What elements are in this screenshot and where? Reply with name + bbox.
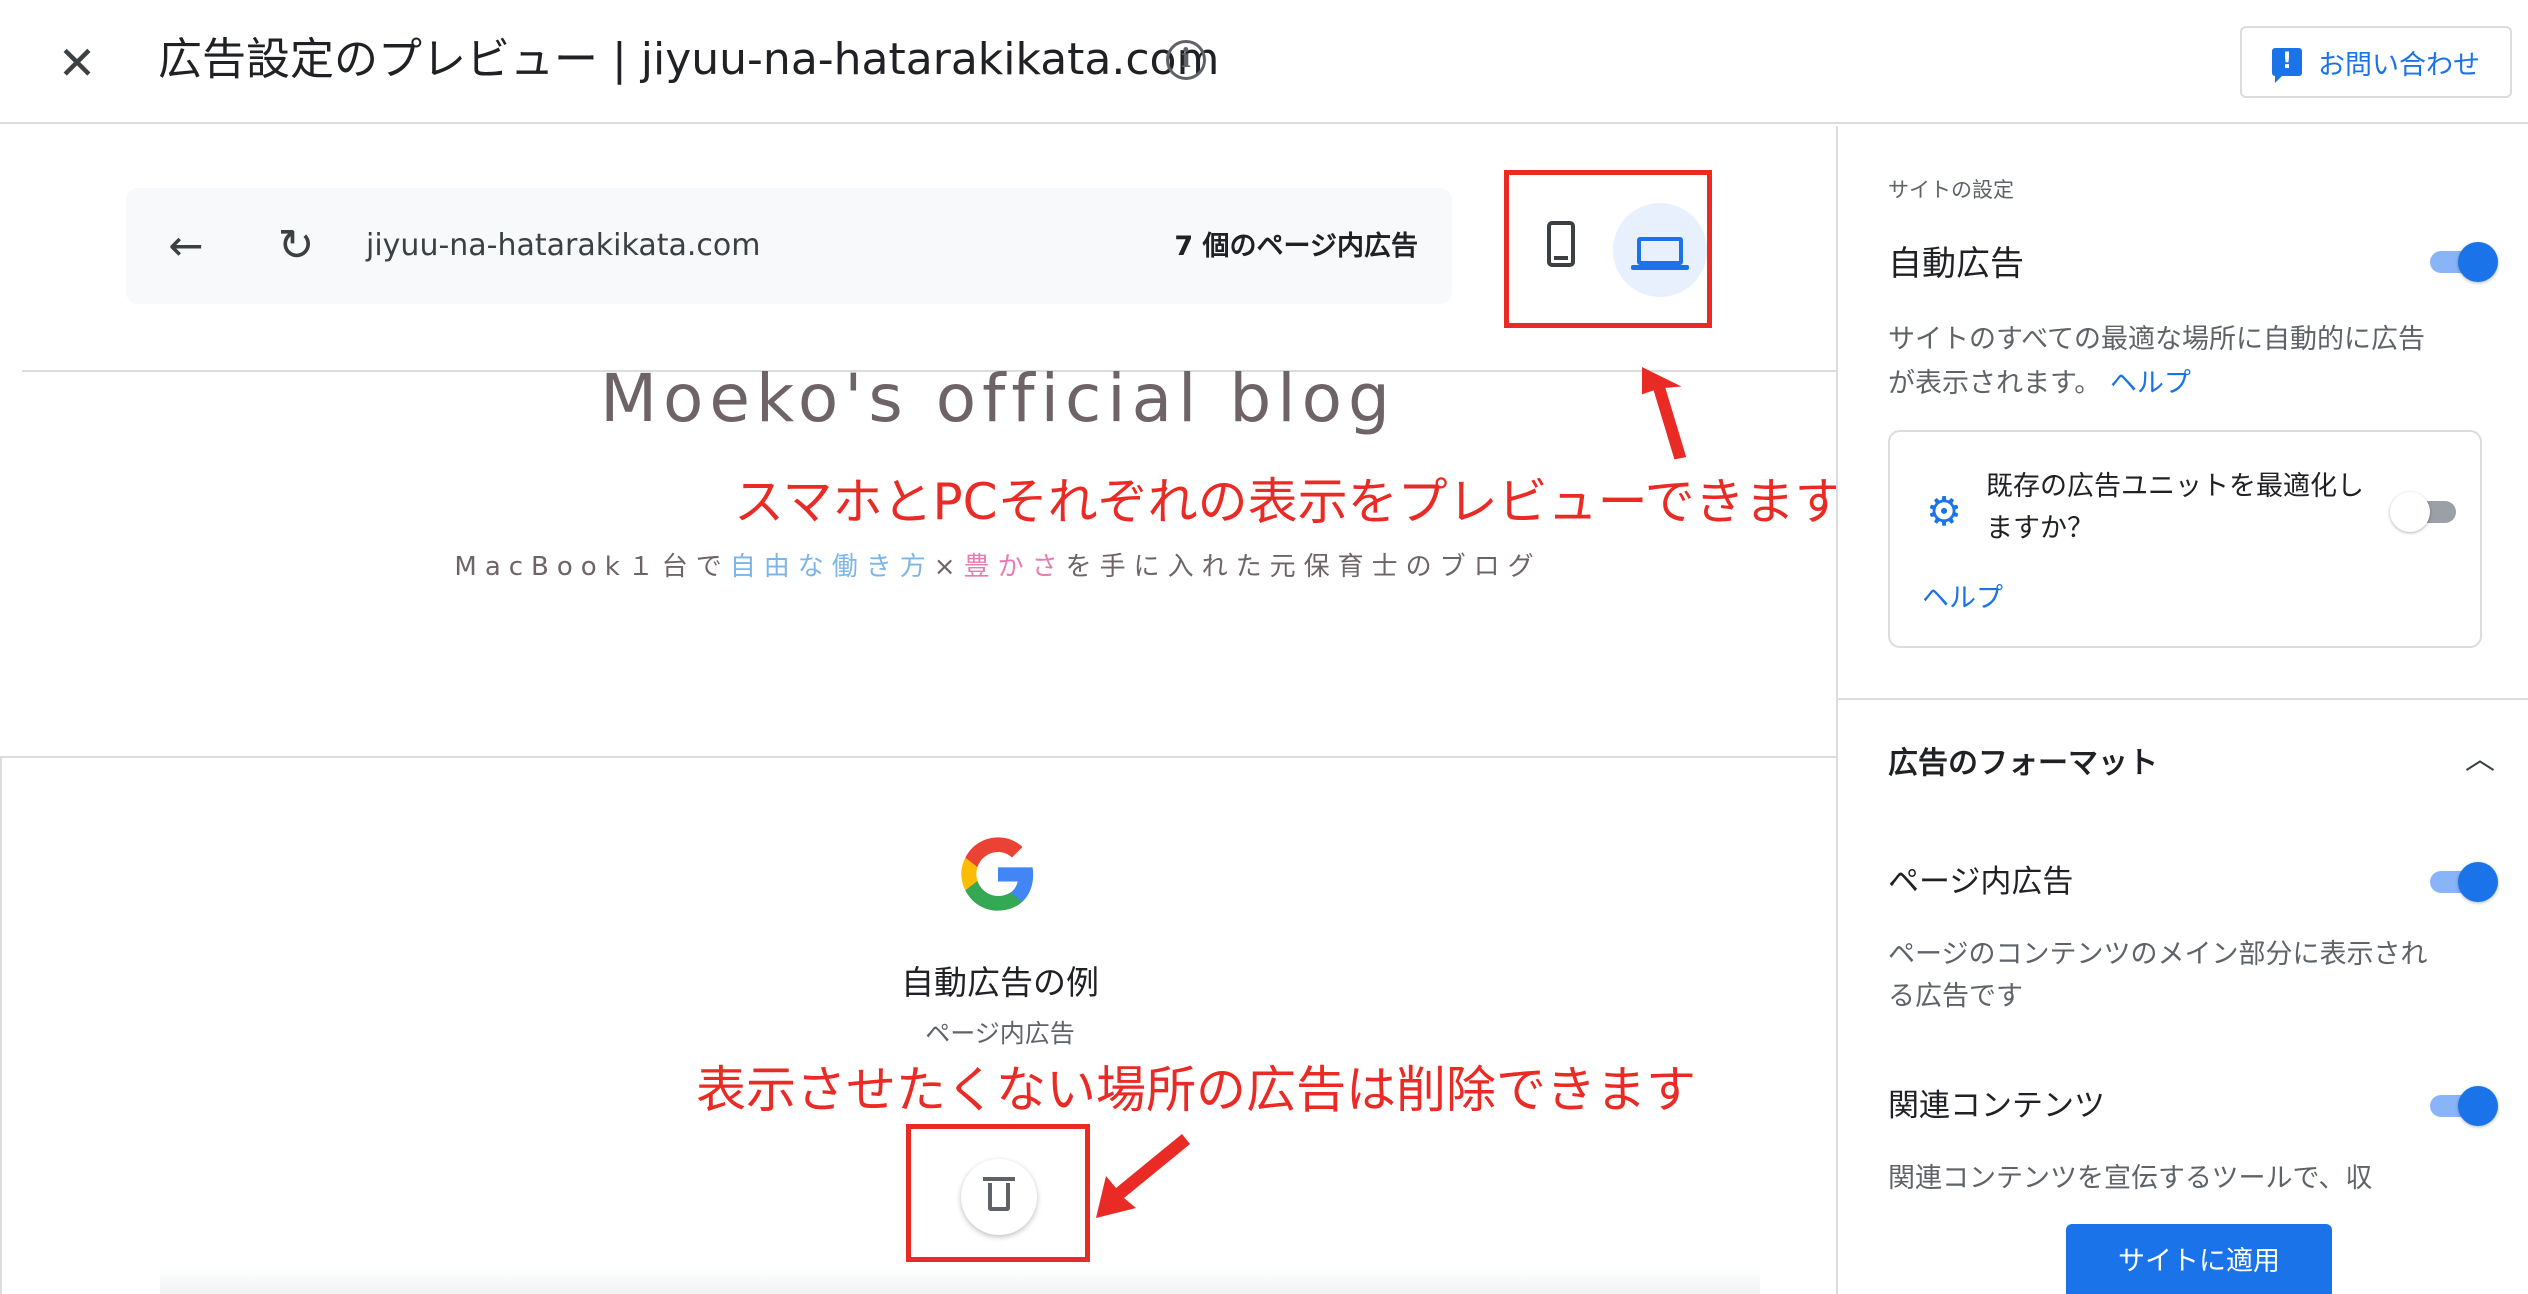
annotation-delete-ads: 表示させたくない場所の広告は削除できます: [696, 1061, 1696, 1119]
desktop-preview-button[interactable]: [1613, 203, 1707, 297]
subtitle-part: MacBook１台で: [454, 552, 730, 582]
inpage-ads-label: ページ内広告: [1888, 864, 2074, 900]
inpage-ads-toggle[interactable]: [2426, 856, 2498, 906]
contact-label: お問い合わせ: [2318, 49, 2480, 81]
help-link[interactable]: ヘルプ: [2110, 368, 2191, 399]
subtitle-x: ×: [933, 552, 964, 582]
related-content-toggle[interactable]: [2426, 1080, 2498, 1130]
toggle-knob: [2458, 1086, 2498, 1126]
mobile-preview-button[interactable]: [1523, 205, 1603, 295]
reload-button[interactable]: ↻: [266, 216, 326, 276]
top-bar: ✕ 広告設定のプレビュー | jiyuu-na-hatarakikata.com…: [0, 0, 2528, 124]
contact-button[interactable]: ! お問い合わせ: [2240, 26, 2512, 98]
subtitle-highlight-blue: 自由な働き方: [729, 552, 934, 582]
info-icon[interactable]: i: [1166, 40, 1206, 80]
ad-count: 7 個のページ内広告: [1174, 231, 1418, 262]
annotation-arrow-down-left: [1096, 1134, 1190, 1218]
bottom-shadow: [160, 1266, 1760, 1294]
section-label: サイトの設定: [1888, 178, 2014, 202]
site-preview: ← ↻ jiyuu-na-hatarakikata.com 7 個のページ内広告…: [0, 126, 1836, 1294]
optimize-help-link[interactable]: ヘルプ: [1922, 576, 2003, 615]
toggle-knob: [2390, 492, 2430, 532]
gear-sparkle-icon: ⚙: [1926, 489, 1962, 535]
blog-subtitle: MacBook１台で自由な働き方×豊かさを手に入れた元保育士のブログ: [0, 546, 1836, 583]
google-logo-icon: [961, 837, 1034, 911]
annotation-device-preview: スマホとPCそれぞれの表示をプレビューできます: [734, 473, 1836, 531]
apply-to-site-button[interactable]: サイトに適用: [2066, 1224, 2332, 1294]
smartphone-icon: [1547, 221, 1575, 267]
laptop-icon: [1637, 237, 1683, 265]
ad-example-subtitle: ページ内広告: [925, 1019, 1075, 1048]
arrow-left-icon: ←: [168, 221, 204, 270]
settings-panel: サイトの設定 自動広告 サイトのすべての最適な場所に自動的に広告が表示されます。…: [1836, 126, 2528, 1294]
auto-ads-toggle[interactable]: [2426, 236, 2498, 286]
feedback-icon: !: [2272, 48, 2302, 83]
toggle-knob: [2458, 242, 2498, 282]
trash-icon: [988, 1183, 1010, 1211]
delete-ad-button[interactable]: [961, 1159, 1037, 1235]
chevron-up-icon[interactable]: ︿: [2464, 744, 2496, 776]
toggle-knob: [2458, 862, 2498, 902]
close-button[interactable]: ✕: [52, 38, 102, 88]
auto-ads-label: 自動広告: [1888, 244, 2024, 284]
delete-highlight: [906, 1124, 1090, 1262]
inpage-ads-description: ページのコンテンツのメイン部分に表示される広告です: [1888, 939, 2428, 1012]
related-content-label: 関連コンテンツ: [1888, 1088, 2105, 1124]
optimize-text: 既存の広告ユニットを最適化しますか？: [1986, 471, 2364, 544]
subtitle-part: を手に入れた元保育士のブログ: [1065, 552, 1542, 582]
divider: [1838, 698, 2528, 700]
annotation-arrow-up: [1642, 365, 1687, 460]
ad-formats-heading: 広告のフォーマット: [1888, 746, 2158, 781]
close-icon: ✕: [57, 36, 97, 90]
device-toggle-highlight: [1504, 170, 1712, 328]
subtitle-highlight-pink: 豊かさ: [963, 552, 1066, 582]
back-button[interactable]: ←: [156, 216, 216, 276]
blog-title: Moeko's official blog: [600, 360, 1396, 437]
optimize-toggle[interactable]: [2390, 486, 2462, 536]
optimize-card: ⚙ 既存の広告ユニットを最適化しますか？ ヘルプ: [1888, 430, 2482, 648]
preview-browser-bar: ← ↻ jiyuu-na-hatarakikata.com 7 個のページ内広告: [126, 188, 1452, 304]
trash-icon-lid: [983, 1177, 1015, 1181]
page-title: 広告設定のプレビュー | jiyuu-na-hatarakikata.com: [158, 34, 1220, 85]
preview-url: jiyuu-na-hatarakikata.com: [366, 228, 761, 263]
ad-example-title: 自動広告の例: [901, 963, 1099, 1002]
related-content-description: 関連コンテンツを宣伝するツールで、収: [1888, 1163, 2373, 1194]
auto-ads-description: サイトのすべての最適な場所に自動的に広告が表示されます。 ヘルプ: [1888, 318, 2448, 406]
reload-icon: ↻: [277, 220, 315, 271]
laptop-icon-base: [1631, 265, 1689, 270]
